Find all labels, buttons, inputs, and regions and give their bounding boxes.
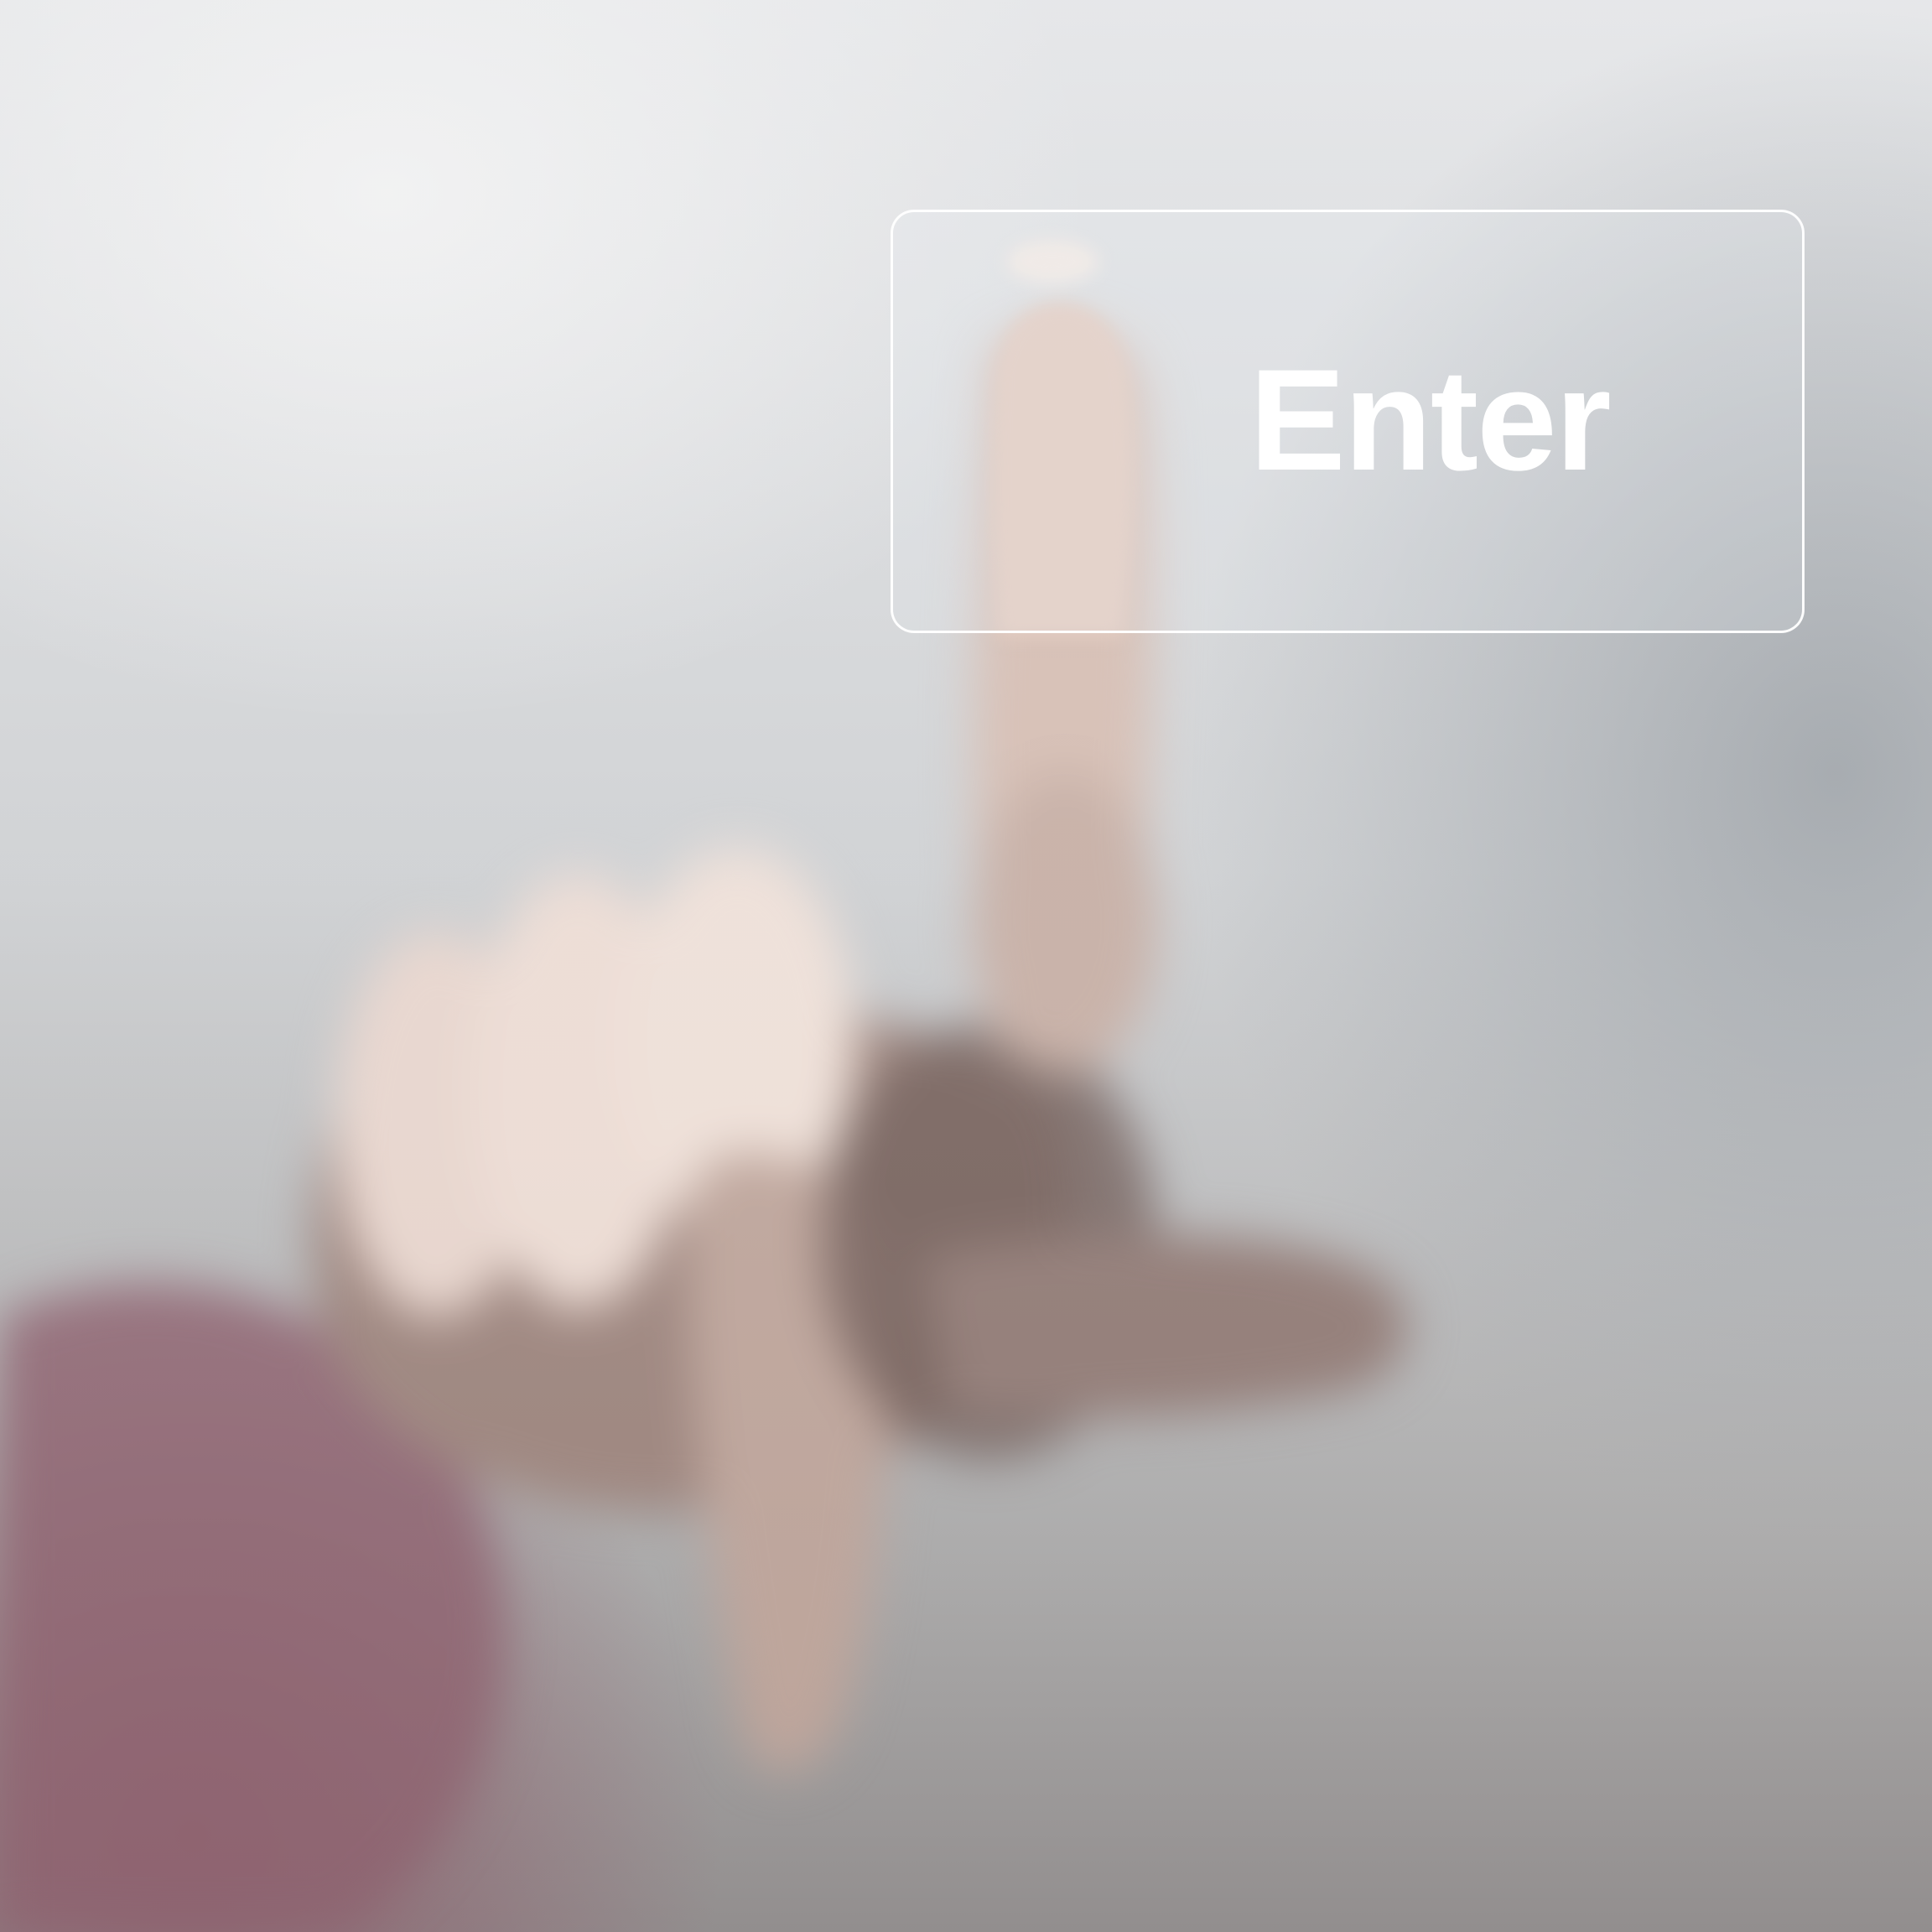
frosted-glass-scene: Enter — [0, 0, 1932, 1932]
enter-button-label: Enter — [1249, 340, 1612, 501]
